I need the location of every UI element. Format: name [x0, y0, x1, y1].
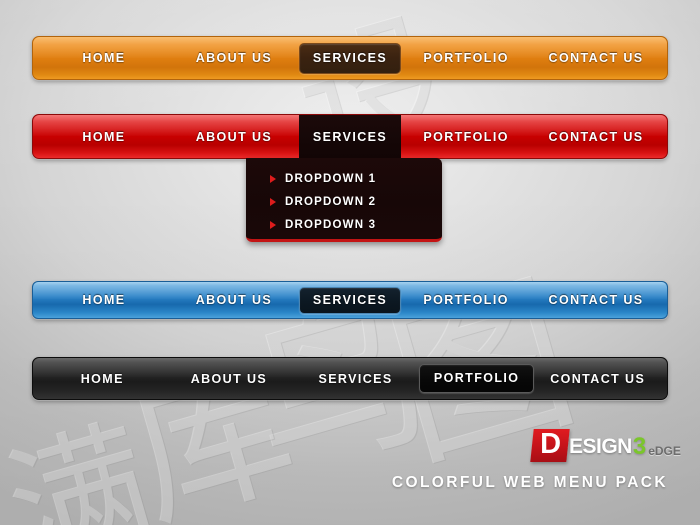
red-menu-item-home[interactable]: HOME — [39, 130, 169, 144]
dropdown-item-label: DROPDOWN 1 — [285, 173, 377, 185]
menu-bar-blue: HOME ABOUT US SERVICES PORTFOLIO CONTACT… — [32, 281, 668, 319]
design3edge-logo: D ESIGN 3 eDGE — [530, 428, 681, 462]
services-dropdown-panel: DROPDOWN 1 DROPDOWN 2 DROPDOWN 3 — [246, 158, 442, 242]
logo-suffix: eDGE — [648, 444, 681, 458]
menu-bar-dark: HOME ABOUT US SERVICES PORTFOLIO CONTACT… — [32, 357, 668, 400]
dropdown-item-2[interactable]: DROPDOWN 2 — [270, 191, 442, 213]
red-menu-item-services-active[interactable]: SERVICES — [298, 115, 402, 158]
blue-menu-item-about-us[interactable]: ABOUT US — [169, 293, 299, 307]
orange-menu-item-home[interactable]: HOME — [39, 51, 169, 65]
logo-numeral: 3 — [632, 433, 647, 460]
orange-menu-item-services-active[interactable]: SERVICES — [298, 42, 402, 74]
logo-letter: D — [539, 428, 561, 460]
dropdown-item-label: DROPDOWN 2 — [285, 196, 377, 208]
blue-menu-item-home[interactable]: HOME — [39, 293, 169, 307]
orange-menu-item-portfolio[interactable]: PORTFOLIO — [401, 51, 531, 65]
blue-menu-item-services-active[interactable]: SERVICES — [298, 286, 402, 314]
dark-menu-item-home[interactable]: HOME — [39, 372, 166, 386]
dropdown-item-label: DROPDOWN 3 — [285, 219, 377, 231]
dark-menu-item-portfolio-active[interactable]: PORTFOLIO — [418, 364, 535, 393]
logo-wordmark: ESIGN — [569, 435, 632, 458]
dark-menu-item-about-us[interactable]: ABOUT US — [166, 372, 293, 386]
dark-menu-item-services[interactable]: SERVICES — [292, 372, 419, 386]
tagline-text: COLORFUL WEB MENU PACK — [391, 474, 668, 491]
orange-menu-item-about-us[interactable]: ABOUT US — [169, 51, 299, 65]
logo-d-badge: D — [530, 428, 570, 462]
blue-menu-item-contact-us[interactable]: CONTACT US — [531, 293, 661, 307]
red-menu-item-contact-us[interactable]: CONTACT US — [531, 130, 661, 144]
menu-bar-red: HOME ABOUT US SERVICES PORTFOLIO CONTACT… — [32, 114, 668, 159]
dropdown-item-1[interactable]: DROPDOWN 1 — [270, 168, 442, 190]
arrow-right-icon — [270, 221, 276, 229]
menu-bar-orange: HOME ABOUT US SERVICES PORTFOLIO CONTACT… — [32, 36, 668, 80]
arrow-right-icon — [270, 198, 276, 206]
red-menu-item-portfolio[interactable]: PORTFOLIO — [401, 130, 531, 144]
dropdown-item-3[interactable]: DROPDOWN 3 — [270, 214, 442, 236]
blue-menu-item-portfolio[interactable]: PORTFOLIO — [401, 293, 531, 307]
orange-menu-item-contact-us[interactable]: CONTACT US — [531, 51, 661, 65]
arrow-right-icon — [270, 175, 276, 183]
red-menu-item-about-us[interactable]: ABOUT US — [169, 130, 299, 144]
dark-menu-item-contact-us[interactable]: CONTACT US — [534, 372, 661, 386]
